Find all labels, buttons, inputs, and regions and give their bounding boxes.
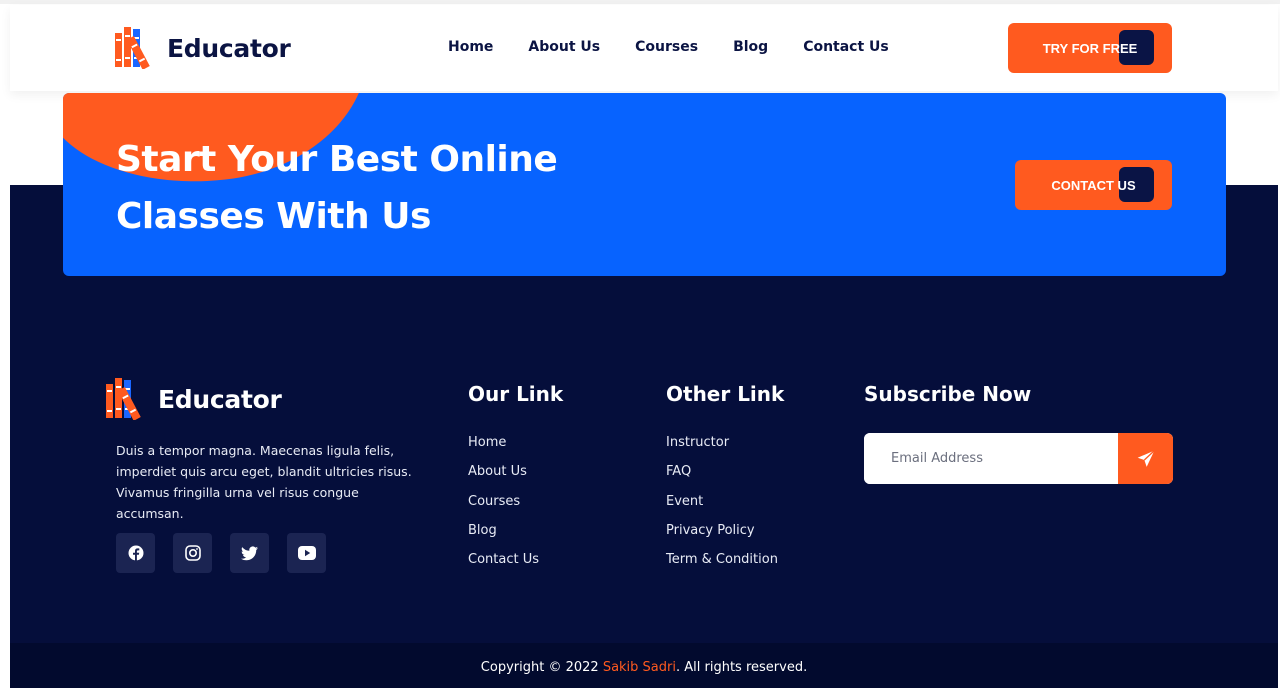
footer-logo[interactable]: Educator <box>106 378 282 420</box>
subscribe-title: Subscribe Now <box>864 382 1032 406</box>
footer-link-about-us[interactable]: About Us <box>468 462 539 491</box>
try-for-free-button[interactable]: Try For Free <box>1008 23 1172 73</box>
nav-contact-us[interactable]: Contact Us <box>803 39 889 55</box>
facebook-button[interactable] <box>116 533 155 573</box>
nav-courses[interactable]: Courses <box>635 39 698 55</box>
subscribe-form <box>864 433 1173 484</box>
try-for-free-label: Try For Free <box>1042 40 1138 56</box>
books-logo-icon <box>106 378 141 420</box>
page: Educator Home About Us Courses Blog Cont… <box>0 0 1280 688</box>
cta-title-line2: Classes With Us <box>116 196 431 237</box>
instagram-icon <box>184 545 201 561</box>
header-logo[interactable]: Educator <box>115 27 291 69</box>
cta-title: Start Your Best Online Classes With Us <box>116 131 636 245</box>
footer-link-courses[interactable]: Courses <box>468 492 539 521</box>
nav-blog[interactable]: Blog <box>733 39 768 55</box>
youtube-icon <box>297 546 316 560</box>
subscribe-submit-button[interactable] <box>1118 433 1173 484</box>
contact-us-label: Contact Us <box>1051 177 1136 193</box>
contact-us-button[interactable]: Contact Us <box>1015 160 1172 210</box>
social-links <box>116 533 344 573</box>
facebook-icon <box>128 545 143 561</box>
youtube-button[interactable] <box>287 533 326 573</box>
copyright: Copyright © 2022 Sakib Sadri. All rights… <box>0 660 1280 675</box>
main-nav: Home About Us Courses Blog Contact Us <box>448 39 924 55</box>
books-logo-icon <box>115 27 150 69</box>
our-link-list: Home About Us Courses Blog Contact Us <box>468 433 539 579</box>
footer-link-blog[interactable]: Blog <box>468 521 539 550</box>
send-icon <box>1137 449 1155 467</box>
copyright-author-link[interactable]: Sakib Sadri <box>603 660 676 675</box>
nav-home[interactable]: Home <box>448 39 493 55</box>
other-link-list: Instructor FAQ Event Privacy Policy Term… <box>666 433 778 579</box>
email-input[interactable] <box>864 433 1118 484</box>
site-header: Educator Home About Us Courses Blog Cont… <box>10 5 1278 91</box>
footer-link-privacy-policy[interactable]: Privacy Policy <box>666 521 778 550</box>
our-link-title: Our Link <box>468 382 564 406</box>
footer-link-faq[interactable]: FAQ <box>666 462 778 491</box>
top-border <box>0 0 1280 4</box>
nav-about-us[interactable]: About Us <box>528 39 600 55</box>
footer-link-contact-us[interactable]: Contact Us <box>468 550 539 579</box>
copyright-prefix: Copyright © 2022 <box>480 660 603 675</box>
copyright-suffix: . All rights reserved. <box>675 660 808 675</box>
footer-link-term-condition[interactable]: Term & Condition <box>666 550 778 579</box>
footer-link-home[interactable]: Home <box>468 433 539 462</box>
footer-brand-name: Educator <box>158 384 282 414</box>
footer-link-event[interactable]: Event <box>666 492 778 521</box>
other-link-title: Other Link <box>666 382 785 406</box>
brand-name: Educator <box>167 33 291 63</box>
twitter-icon <box>241 545 258 560</box>
twitter-button[interactable] <box>230 533 269 573</box>
cta-title-line1: Start Your Best Online <box>116 139 558 180</box>
instagram-button[interactable] <box>173 533 212 573</box>
footer-link-instructor[interactable]: Instructor <box>666 433 778 462</box>
footer-description: Duis a tempor magna. Maecenas ligula fel… <box>116 443 412 521</box>
